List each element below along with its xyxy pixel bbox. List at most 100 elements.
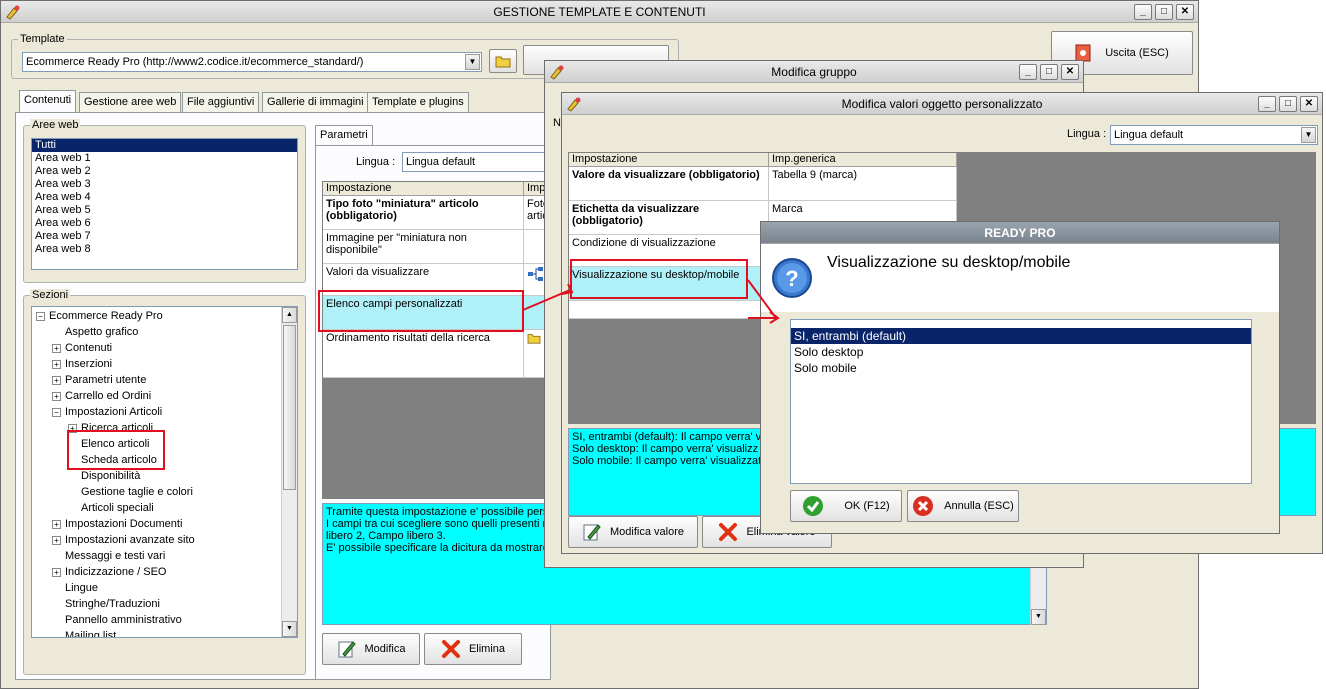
tab-gestione-aree-web[interactable]: Gestione aree web [79, 92, 182, 112]
dialog-title: READY PRO [984, 226, 1056, 240]
annulla-button[interactable]: Annulla (ESC) [907, 490, 1019, 522]
aree-web-item[interactable]: Area web 4 [32, 191, 297, 204]
scroll-down-button[interactable]: ▼ [1031, 609, 1046, 625]
tree-item[interactable]: Aspetto grafico [52, 324, 138, 340]
tree-item[interactable]: + Contenuti [52, 340, 112, 356]
cancel-icon [913, 496, 934, 516]
scroll-down-button[interactable]: ▼ [282, 621, 297, 637]
tree-item[interactable]: Pannello amministrativo [52, 612, 182, 628]
tree-item[interactable]: + Impostazioni avanzate sito [52, 532, 195, 548]
tab-label: Gallerie di immagini [267, 96, 364, 108]
tree-item[interactable]: Gestione taglie e colori [68, 484, 193, 500]
aree-web-item[interactable]: Area web 5 [32, 204, 297, 217]
tab-contenuti[interactable]: Contenuti [19, 90, 77, 112]
expand-icon[interactable]: + [52, 535, 61, 545]
sezioni-tree[interactable]: ▲ ▼ − Ecommerce Ready Pro Aspetto grafico +… [31, 306, 298, 638]
tab-label: Parametri [320, 129, 368, 141]
aree-web-item[interactable]: Area web 2 [32, 165, 297, 178]
aree-web-item[interactable]: Area web 6 [32, 217, 297, 230]
tree-item[interactable]: Stringhe/Traduzioni [52, 596, 160, 612]
tree-item[interactable]: + Indicizzazione / SEO [52, 564, 167, 580]
tree-item[interactable]: Lingue [52, 580, 98, 596]
minimize-button[interactable]: _ [1258, 96, 1276, 112]
grid-row-immagine[interactable]: Immagine per "miniatura non disponibile" [323, 230, 524, 264]
grid-row-valore[interactable]: Valore da visualizzare (obbligatorio) [569, 167, 769, 201]
open-folder-button[interactable] [489, 49, 517, 73]
modifica-button[interactable]: Modifica [322, 633, 420, 665]
aree-web-item[interactable]: Area web 8 [32, 243, 297, 256]
tree-item[interactable]: + Parametri utente [52, 372, 146, 388]
params-grid[interactable]: Impostazione Imp Tipo foto "miniatura" a… [322, 181, 552, 499]
aree-web-list[interactable]: Tutti Area web 1 Area web 2 Area web 3 Area … [31, 138, 298, 270]
main-title-bar[interactable]: GESTIONE TEMPLATE E CONTENUTI _ □ ✕ [1, 1, 1198, 23]
maximize-button[interactable]: □ [1279, 96, 1297, 112]
ok-button-label: OK (F12) [844, 500, 890, 512]
scroll-up-button[interactable]: ▲ [282, 307, 297, 323]
template-select[interactable]: Ecommerce Ready Pro (http://www2.codice.… [22, 52, 482, 72]
question-icon: ? [771, 257, 813, 302]
expand-icon[interactable]: + [52, 343, 61, 353]
grid-row-etichetta[interactable]: Etichetta da visualizzare (obbligatorio) [569, 201, 769, 235]
tree-item[interactable]: Messaggi e testi vari [52, 548, 165, 564]
tree-item[interactable]: + Carrello ed Ordini [52, 388, 151, 404]
custom-title-bar[interactable]: Modifica valori oggetto personalizzato _… [562, 93, 1322, 115]
minimize-button[interactable]: _ [1134, 4, 1152, 20]
tab-file-aggiuntivi[interactable]: File aggiuntivi [182, 92, 260, 112]
maximize-button[interactable]: □ [1155, 4, 1173, 20]
dialog-options-list[interactable]: SI, entrambi (default) Solo desktop Solo m… [790, 319, 1252, 484]
tree-item[interactable]: − Impostazioni Articoli [52, 404, 162, 420]
tree-item-label: Impostazioni Articoli [65, 406, 163, 418]
custom-lingua-value: Lingua default [1114, 129, 1184, 141]
expand-icon[interactable]: + [52, 567, 61, 577]
grid-cell-setting: Ordinamento risultati della ricerca [326, 332, 490, 344]
elimina-button[interactable]: Elimina [424, 633, 522, 665]
tree-item-label: Pannello amministrativo [65, 614, 182, 626]
app-icon [5, 4, 21, 27]
tab-parametri[interactable]: Parametri [315, 125, 373, 147]
aree-web-item[interactable]: Area web 7 [32, 230, 297, 243]
close-button[interactable]: ✕ [1300, 96, 1318, 112]
modifica-valore-button[interactable]: Modifica valore [568, 516, 698, 548]
dialog-title-bar[interactable]: READY PRO [761, 222, 1279, 244]
aree-web-item[interactable]: Area web 3 [32, 178, 297, 191]
expand-icon[interactable]: + [52, 359, 61, 369]
ok-button[interactable]: OK (F12) [790, 490, 902, 522]
maximize-button[interactable]: □ [1040, 64, 1058, 80]
collapse-icon[interactable]: − [36, 311, 45, 321]
dialog-option[interactable]: Solo mobile [791, 360, 1251, 376]
minimize-button[interactable]: _ [1019, 64, 1037, 80]
aree-web-item[interactable]: Area web 1 [32, 152, 297, 165]
dialog-option[interactable]: Solo desktop [791, 344, 1251, 360]
custom-lingua-select[interactable]: Lingua default ▼ [1110, 125, 1318, 145]
check-icon [803, 496, 824, 516]
grid-header-impostazione: Impostazione [323, 182, 524, 196]
grid-row-tipo-foto[interactable]: Tipo foto "miniatura" articolo (obbligat… [323, 196, 524, 230]
tab-gallerie-immagini[interactable]: Gallerie di immagini [262, 92, 369, 112]
tree-item[interactable]: Articoli speciali [68, 500, 154, 516]
close-button[interactable]: ✕ [1176, 4, 1194, 20]
group-title-bar[interactable]: Modifica gruppo _ □ ✕ [545, 61, 1083, 83]
elimina-button-label: Elimina [468, 643, 506, 655]
tab-template-plugins[interactable]: Template e plugins [367, 92, 469, 112]
lingua-select[interactable]: Lingua default [402, 152, 552, 172]
expand-icon[interactable]: + [52, 391, 61, 401]
grid-row-ordinamento[interactable]: Ordinamento risultati della ricerca [323, 330, 524, 378]
close-button[interactable]: ✕ [1061, 64, 1079, 80]
tree-item[interactable]: + Inserzioni [52, 356, 112, 372]
tab-label: Template e plugins [372, 96, 464, 108]
chevron-down-icon[interactable]: ▼ [465, 54, 480, 70]
edit-icon [583, 524, 601, 541]
tree-item[interactable]: Disponibilità [68, 468, 140, 484]
expand-icon[interactable]: + [52, 519, 61, 529]
tree-item[interactable]: + Impostazioni Documenti [52, 516, 182, 532]
aree-web-item[interactable]: Tutti [32, 139, 297, 152]
chevron-down-icon[interactable]: ▼ [1301, 127, 1316, 143]
scroll-thumb[interactable] [283, 325, 296, 490]
collapse-icon[interactable]: − [52, 407, 61, 417]
tree-item[interactable]: Mailing list [52, 628, 116, 637]
dialog-option[interactable]: SI, entrambi (default) [791, 328, 1251, 344]
tree-scrollbar[interactable]: ▲ ▼ [281, 307, 297, 637]
tree-item[interactable]: − Ecommerce Ready Pro [36, 308, 163, 324]
grid-cell-value[interactable]: Tabella 9 (marca) [769, 167, 957, 201]
expand-icon[interactable]: + [52, 375, 61, 385]
